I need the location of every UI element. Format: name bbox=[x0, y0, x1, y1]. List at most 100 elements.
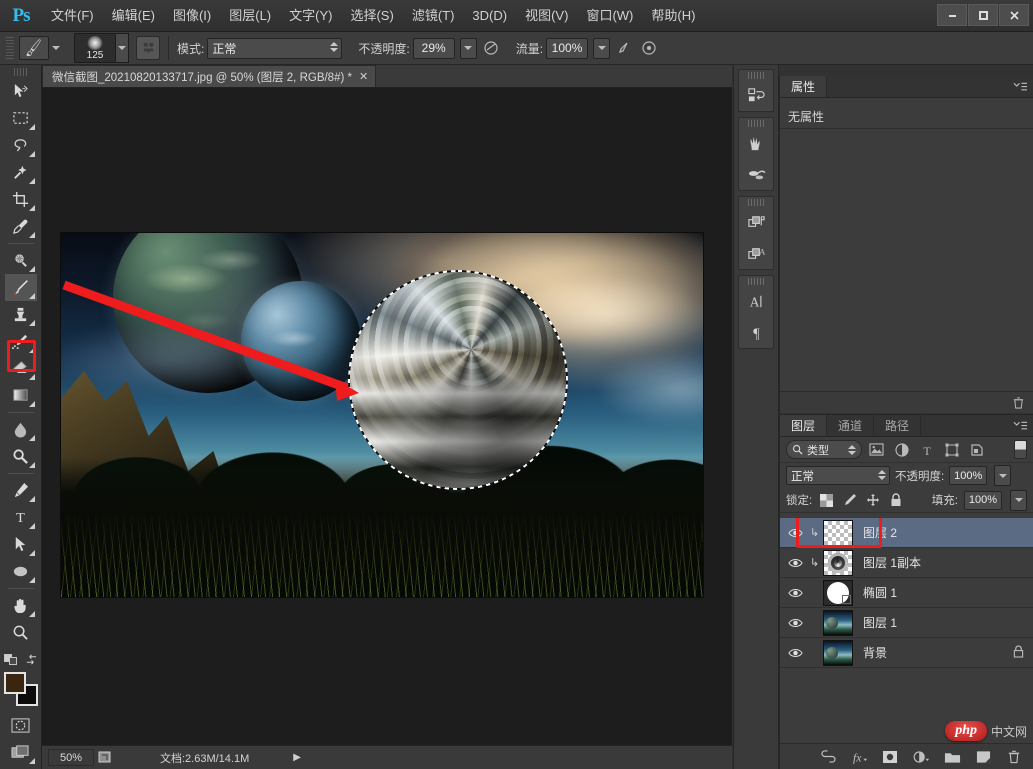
tool-preset-chevron-down-icon[interactable] bbox=[52, 46, 60, 50]
maximize-button[interactable] bbox=[968, 4, 998, 26]
history-panel-icon[interactable] bbox=[739, 80, 773, 111]
status-document-icon[interactable] bbox=[94, 749, 116, 767]
layer-comps-icon[interactable] bbox=[739, 207, 773, 238]
tab-layers[interactable]: 图层 bbox=[780, 415, 828, 436]
hand-tool[interactable] bbox=[5, 592, 37, 619]
flow-chevron-down-icon[interactable] bbox=[593, 37, 611, 59]
menu-3d[interactable]: 3D(D) bbox=[463, 4, 516, 28]
dodge-tool[interactable] bbox=[5, 443, 37, 470]
adjustments-icon[interactable]: A bbox=[739, 238, 773, 269]
lock-transparent-pixels-icon[interactable] bbox=[818, 492, 835, 509]
pen-tool[interactable] bbox=[5, 477, 37, 504]
artboard-image[interactable] bbox=[61, 233, 703, 597]
history-brush-tool[interactable] bbox=[5, 328, 37, 355]
paragraph-panel-icon[interactable]: ¶ bbox=[739, 317, 773, 348]
menu-window[interactable]: 窗口(W) bbox=[577, 4, 642, 28]
blur-tool[interactable] bbox=[5, 416, 37, 443]
dock-grip-3[interactable] bbox=[748, 199, 764, 206]
opacity-pressure-toggle-icon[interactable] bbox=[480, 37, 502, 59]
layer-visibility-eye-icon[interactable] bbox=[784, 518, 806, 548]
color-swatches[interactable] bbox=[3, 672, 38, 706]
table-row[interactable]: ↳ 图层 1副本 bbox=[780, 548, 1033, 578]
opacity-input[interactable]: 29% bbox=[412, 37, 455, 59]
brush-size-picker[interactable]: 125 bbox=[74, 33, 116, 63]
layer-filter-kind-select[interactable]: 类型 bbox=[786, 440, 862, 459]
lasso-tool[interactable] bbox=[5, 132, 37, 159]
canvas-area[interactable] bbox=[42, 88, 732, 745]
eyedropper-tool[interactable] bbox=[5, 213, 37, 240]
layer-thumbnail[interactable] bbox=[823, 639, 853, 666]
layer-thumbnail[interactable] bbox=[823, 549, 853, 576]
flow-input[interactable]: 100% bbox=[546, 37, 589, 59]
minimize-button[interactable] bbox=[937, 4, 967, 26]
link-layers-icon[interactable] bbox=[819, 748, 837, 766]
adjustment-filter-icon[interactable] bbox=[891, 440, 912, 460]
magic-wand-tool[interactable] bbox=[5, 159, 37, 186]
lock-position-icon[interactable] bbox=[864, 492, 881, 509]
layer-visibility-eye-icon[interactable] bbox=[784, 578, 806, 608]
lock-image-pixels-icon[interactable] bbox=[841, 492, 858, 509]
table-row[interactable]: ↳ 图层 2 bbox=[780, 518, 1033, 548]
blend-mode-select[interactable]: 正常 bbox=[207, 37, 343, 59]
zoom-tool[interactable] bbox=[5, 619, 37, 646]
table-row[interactable]: 背景 bbox=[780, 638, 1033, 668]
menu-type[interactable]: 文字(Y) bbox=[280, 4, 341, 28]
layer-thumbnail[interactable] bbox=[823, 609, 853, 636]
screen-mode-icon[interactable] bbox=[5, 739, 37, 766]
add-mask-icon[interactable] bbox=[881, 748, 899, 766]
clone-stamp-tool[interactable] bbox=[5, 301, 37, 328]
adjustment-layer-icon[interactable] bbox=[912, 748, 930, 766]
menu-filter[interactable]: 滤镜(T) bbox=[403, 4, 464, 28]
menu-select[interactable]: 选择(S) bbox=[341, 4, 402, 28]
tab-channels[interactable]: 通道 bbox=[827, 415, 875, 436]
lock-all-icon[interactable] bbox=[887, 492, 904, 509]
type-tool[interactable]: T bbox=[5, 504, 37, 531]
filter-enable-toggle[interactable] bbox=[1014, 440, 1027, 459]
layer-style-fx-icon[interactable]: fx bbox=[850, 748, 868, 766]
properties-delete-icon[interactable] bbox=[1009, 394, 1027, 412]
brush-tool[interactable] bbox=[4, 274, 37, 301]
tab-properties[interactable]: 属性 bbox=[780, 76, 828, 97]
layer-fill-chevron-down-icon[interactable] bbox=[1010, 489, 1027, 511]
layer-visibility-eye-icon[interactable] bbox=[784, 638, 806, 668]
menu-edit[interactable]: 编辑(E) bbox=[103, 4, 164, 28]
layer-visibility-eye-icon[interactable] bbox=[784, 548, 806, 578]
gradient-tool[interactable] bbox=[5, 382, 37, 409]
type-filter-icon[interactable]: T bbox=[916, 440, 937, 460]
eraser-tool[interactable] bbox=[5, 355, 37, 382]
properties-panel-menu-icon[interactable] bbox=[1012, 79, 1028, 95]
close-button[interactable] bbox=[999, 4, 1029, 26]
foreground-color-swatch[interactable] bbox=[3, 672, 26, 694]
spot-healing-tool[interactable] bbox=[5, 247, 37, 274]
brush-preset-chevron-down-icon[interactable] bbox=[116, 33, 129, 63]
new-group-icon[interactable] bbox=[943, 748, 961, 766]
dock-grip-4[interactable] bbox=[748, 278, 764, 285]
menu-layer[interactable]: 图层(L) bbox=[220, 4, 280, 28]
menu-help[interactable]: 帮助(H) bbox=[642, 4, 704, 28]
layer-blend-mode-select[interactable]: 正常 bbox=[786, 466, 890, 485]
table-row[interactable]: 图层 1 bbox=[780, 608, 1033, 638]
current-tool-brush-icon[interactable]: 🖌 bbox=[19, 36, 49, 60]
options-bar-grip[interactable] bbox=[6, 37, 14, 59]
swap-colors-icon[interactable] bbox=[25, 654, 38, 665]
smart-object-filter-icon[interactable] bbox=[966, 440, 987, 460]
layers-panel-menu-icon[interactable] bbox=[1012, 418, 1028, 434]
menu-file[interactable]: 文件(F) bbox=[42, 4, 103, 28]
document-tab-close-icon[interactable]: ✕ bbox=[359, 70, 368, 83]
path-selection-tool[interactable] bbox=[5, 531, 37, 558]
tablet-pressure-toggle-icon[interactable] bbox=[638, 37, 660, 59]
document-tab[interactable]: 微信截图_20210820133717.jpg @ 50% (图层 2, RGB… bbox=[42, 65, 377, 87]
ellipse-tool[interactable] bbox=[5, 558, 37, 585]
default-colors-icon[interactable] bbox=[3, 654, 18, 665]
character-panel-icon[interactable]: A bbox=[739, 286, 773, 317]
dock-grip-2[interactable] bbox=[748, 120, 764, 127]
layer-fill-input[interactable]: 100% bbox=[964, 490, 1002, 510]
table-row[interactable]: 椭圆 1 bbox=[780, 578, 1033, 608]
shape-filter-icon[interactable] bbox=[941, 440, 962, 460]
tab-paths[interactable]: 路径 bbox=[874, 415, 922, 436]
zoom-level-input[interactable]: 50% bbox=[48, 749, 94, 766]
layer-list[interactable]: ↳ 图层 2 ↳ 图层 1副本 椭圆 1 图层 1 背景 bbox=[780, 518, 1033, 740]
layer-opacity-input[interactable]: 100% bbox=[949, 466, 988, 485]
new-layer-icon[interactable] bbox=[974, 748, 992, 766]
move-tool[interactable] bbox=[5, 78, 37, 105]
